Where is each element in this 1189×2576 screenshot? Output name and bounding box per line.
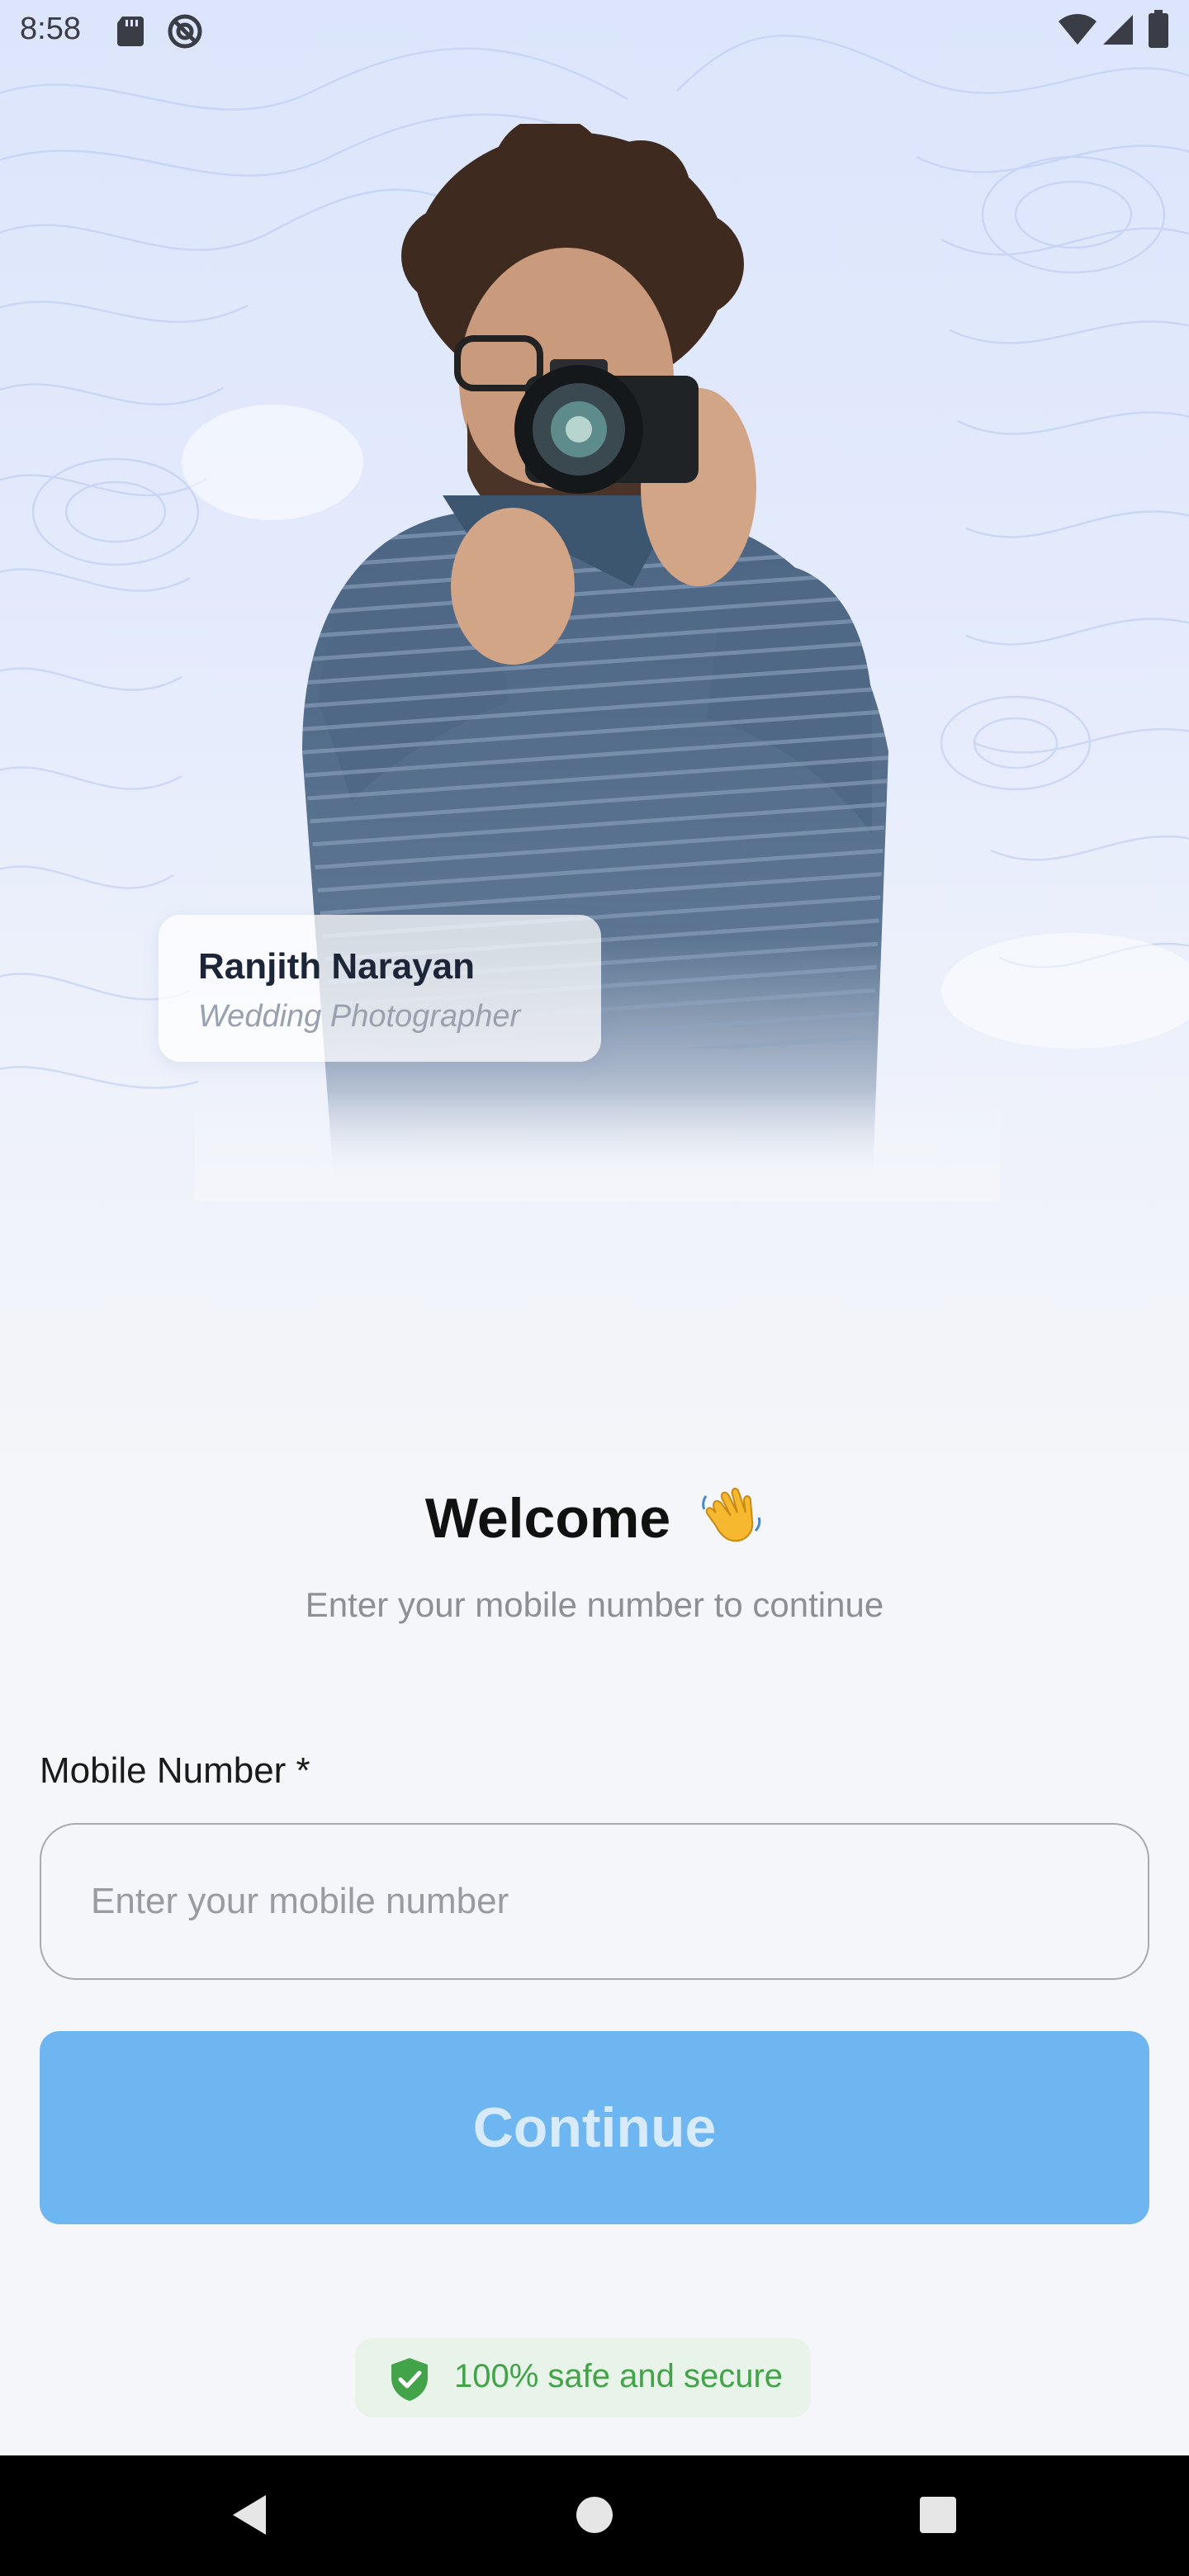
photographer-name-card: Ranjith Narayan Wedding Photographer	[159, 915, 601, 1062]
photo-fade	[195, 1090, 1000, 1201]
photographer-name: Ranjith Narayan	[198, 946, 475, 987]
waving-hand-icon	[702, 1488, 761, 1542]
battery-icon	[1149, 10, 1168, 48]
recents-square-icon[interactable]	[920, 2497, 956, 2533]
status-time: 8:58	[20, 12, 81, 46]
data-saver-icon	[168, 14, 202, 49]
photographer-role: Wedding Photographer	[198, 999, 521, 1034]
secure-badge: 100% safe and secure	[355, 2338, 811, 2417]
welcome-title-text: Welcome	[424, 1487, 671, 1550]
system-navigation-bar	[0, 2455, 1189, 2576]
continue-button[interactable]: Continue	[40, 2031, 1149, 2224]
mobile-number-label: Mobile Number *	[40, 1750, 310, 1791]
home-circle-icon[interactable]	[575, 2495, 614, 2535]
wifi-icon	[1059, 14, 1097, 45]
cellular-signal-icon	[1103, 15, 1133, 45]
mobile-number-input[interactable]	[40, 1823, 1149, 1980]
welcome-heading: Welcome	[0, 1480, 1189, 1551]
shield-check-icon	[391, 2358, 428, 2401]
welcome-subtitle: Enter your mobile number to continue	[305, 1585, 884, 1624]
secure-text: 100% safe and secure	[454, 2358, 784, 2394]
login-screen: 8:58 Ranjith Narayan Wedding Photographe…	[0, 0, 1189, 2576]
status-bar: 8:58	[0, 0, 1189, 59]
back-triangle-icon[interactable]	[230, 2492, 269, 2538]
sd-card-icon	[117, 17, 144, 46]
